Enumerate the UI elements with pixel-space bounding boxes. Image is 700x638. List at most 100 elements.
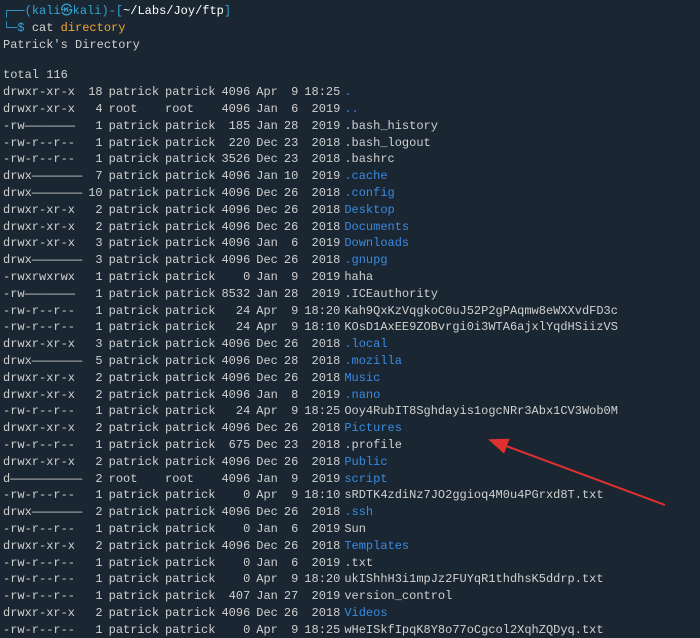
col-permissions: -rw-r--r--: [3, 403, 88, 420]
col-size: 4096: [221, 219, 256, 236]
col-size: 4096: [221, 101, 256, 118]
col-time: 2018: [304, 336, 344, 353]
col-permissions: drwx———————: [3, 252, 88, 269]
prompt-line-2[interactable]: └─$ cat directory: [3, 20, 697, 37]
col-filename: script: [344, 471, 624, 488]
col-month: Jan: [256, 101, 284, 118]
listing-row: d——————————2rootroot4096Jan92019script: [3, 471, 624, 488]
total-line: total 116: [3, 67, 697, 84]
col-size: 4096: [221, 387, 256, 404]
col-filename: .config: [344, 185, 624, 202]
listing-row: -rw-r--r--1patrickpatrick0Apr918:10sRDTK…: [3, 487, 624, 504]
col-time: 2019: [304, 555, 344, 572]
prompt-dash-close: ]: [224, 4, 231, 18]
col-group: root: [165, 471, 221, 488]
prompt-path: ~/Labs/Joy/ftp: [123, 4, 224, 18]
col-owner: patrick: [109, 219, 165, 236]
col-time: 2019: [304, 168, 344, 185]
col-links: 18: [88, 84, 108, 101]
listing-row: drwxr-xr-x2patrickpatrick4096Jan82019.na…: [3, 387, 624, 404]
col-size: 0: [221, 622, 256, 638]
col-filename: .ICEauthority: [344, 286, 624, 303]
col-owner: patrick: [109, 555, 165, 572]
col-day: 9: [284, 269, 304, 286]
col-month: Dec: [256, 135, 284, 152]
col-group: patrick: [165, 303, 221, 320]
col-month: Jan: [256, 118, 284, 135]
col-day: 26: [284, 504, 304, 521]
col-time: 18:20: [304, 303, 344, 320]
col-filename: sRDTK4zdiNz7JO2ggioq4M0u4PGrxd8T.txt: [344, 487, 624, 504]
command-arg: directory: [61, 21, 126, 35]
col-filename: .: [344, 84, 624, 101]
col-group: patrick: [165, 252, 221, 269]
col-permissions: drwxr-xr-x: [3, 202, 88, 219]
col-month: Dec: [256, 151, 284, 168]
col-group: patrick: [165, 370, 221, 387]
col-group: patrick: [165, 168, 221, 185]
col-group: patrick: [165, 622, 221, 638]
col-time: 2019: [304, 471, 344, 488]
col-day: 26: [284, 185, 304, 202]
col-month: Apr: [256, 487, 284, 504]
col-time: 2018: [304, 219, 344, 236]
col-size: 4096: [221, 84, 256, 101]
col-month: Dec: [256, 538, 284, 555]
col-group: patrick: [165, 555, 221, 572]
col-month: Apr: [256, 319, 284, 336]
listing-row: -rw-r--r--1patrickpatrick0Apr918:20ukISh…: [3, 571, 624, 588]
col-links: 2: [88, 471, 108, 488]
col-links: 2: [88, 387, 108, 404]
col-permissions: drwxr-xr-x: [3, 387, 88, 404]
col-permissions: -rw-r--r--: [3, 521, 88, 538]
col-day: 26: [284, 454, 304, 471]
col-filename: Documents: [344, 219, 624, 236]
col-group: patrick: [165, 487, 221, 504]
listing-row: drwx———————3patrickpatrick4096Dec262018.…: [3, 252, 624, 269]
col-filename: ukIShhH3i1mpJz2FUYqR1thdhsK5ddrp.txt: [344, 571, 624, 588]
listing-row: -rw———————1patrickpatrick185Jan282019.ba…: [3, 118, 624, 135]
col-owner: root: [109, 471, 165, 488]
listing-row: -rw-r--r--1patrickpatrick0Jan62019.txt: [3, 555, 624, 572]
col-group: patrick: [165, 571, 221, 588]
col-month: Jan: [256, 588, 284, 605]
listing-row: -rw-r--r--1patrickpatrick0Jan62019Sun: [3, 521, 624, 538]
col-links: 1: [88, 303, 108, 320]
col-permissions: -rw-r--r--: [3, 588, 88, 605]
col-links: 1: [88, 521, 108, 538]
col-filename: Kah9QxKzVqgkoC0uJ52P2gPAqmw8eWXXvdFD3c: [344, 303, 624, 320]
col-links: 1: [88, 319, 108, 336]
col-owner: patrick: [109, 437, 165, 454]
col-owner: patrick: [109, 84, 165, 101]
col-filename: KOsD1AxEE9ZOBvrgi0i3WTA6ajxlYqdHSiizVS: [344, 319, 624, 336]
col-links: 4: [88, 101, 108, 118]
col-month: Dec: [256, 252, 284, 269]
col-day: 9: [284, 471, 304, 488]
col-time: 2018: [304, 370, 344, 387]
prompt-dollar: $: [17, 21, 24, 35]
col-permissions: -rw———————: [3, 286, 88, 303]
col-group: patrick: [165, 219, 221, 236]
col-day: 28: [284, 118, 304, 135]
col-filename: .bash_logout: [344, 135, 624, 152]
col-day: 9: [284, 403, 304, 420]
col-owner: patrick: [109, 403, 165, 420]
col-month: Apr: [256, 571, 284, 588]
col-permissions: -rw———————: [3, 118, 88, 135]
col-month: Jan: [256, 521, 284, 538]
col-time: 2018: [304, 437, 344, 454]
col-filename: haha: [344, 269, 624, 286]
col-owner: patrick: [109, 571, 165, 588]
listing-row: drwxr-xr-x2patrickpatrick4096Dec262018Pi…: [3, 420, 624, 437]
col-links: 2: [88, 504, 108, 521]
col-day: 26: [284, 336, 304, 353]
col-size: 0: [221, 487, 256, 504]
col-permissions: -rw-r--r--: [3, 151, 88, 168]
col-owner: patrick: [109, 504, 165, 521]
col-owner: root: [109, 101, 165, 118]
col-month: Apr: [256, 403, 284, 420]
col-owner: patrick: [109, 454, 165, 471]
col-size: 4096: [221, 185, 256, 202]
col-permissions: drwxr-xr-x: [3, 219, 88, 236]
col-day: 26: [284, 538, 304, 555]
